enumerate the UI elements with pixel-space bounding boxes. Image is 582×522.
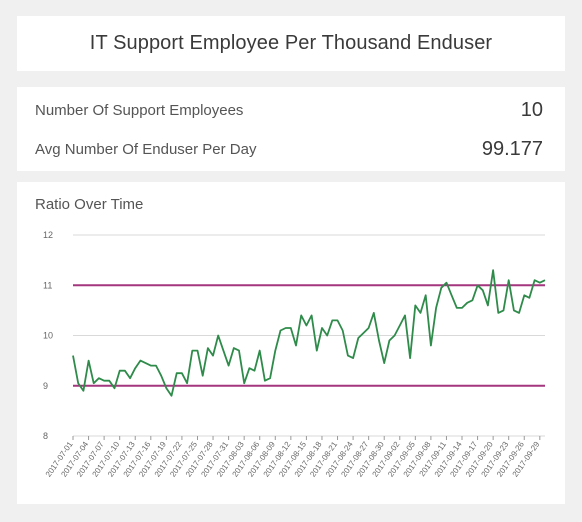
y-tick-label: 11 (43, 280, 52, 290)
kpi-label: Avg Number Of Enduser Per Day (35, 140, 257, 158)
y-tick-label: 10 (43, 331, 53, 341)
kpi-card: Number Of Support Employees 10 Avg Numbe… (17, 87, 565, 171)
page-title: IT Support Employee Per Thousand Enduser (89, 32, 493, 54)
kpi-value: 10 (520, 98, 543, 121)
y-tick-label: 9 (43, 381, 48, 391)
series-line (72, 269, 546, 397)
kpi-value: 99.177 (481, 137, 543, 160)
kpi-label: Number Of Support Employees (35, 101, 244, 119)
line-chart: 891011122017-07-012017-07-042017-07-0720… (43, 230, 546, 479)
title-card: IT Support Employee Per Thousand Enduser (17, 16, 565, 71)
kpi-row-support-employees: Number Of Support Employees 10 (35, 95, 543, 125)
kpi-row-avg-enduser: Avg Number Of Enduser Per Day 99.177 (35, 134, 543, 164)
y-tick-label: 8 (43, 431, 48, 441)
chart-card: Ratio Over Time 8 9 10 11 12 2017-07-01 2017-0… (17, 182, 565, 504)
y-tick-label: 12 (43, 230, 53, 240)
